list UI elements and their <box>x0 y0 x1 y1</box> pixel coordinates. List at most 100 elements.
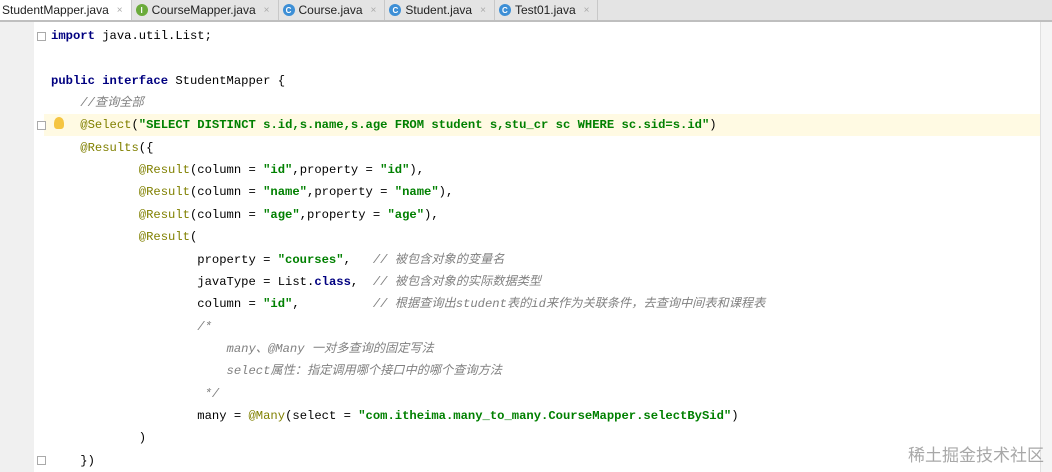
code-token: java.util.List; <box>94 29 212 43</box>
code-line[interactable]: //查询全部 <box>44 92 1040 114</box>
code-token: property = <box>197 252 278 267</box>
code-token: many、@Many 一对多查询的固定写法 <box>226 341 434 356</box>
code-token: "id" <box>380 163 410 178</box>
code-token: @Result <box>138 163 190 178</box>
code-token: import <box>51 29 95 43</box>
code-token: (column = <box>189 163 264 178</box>
code-token: ), <box>409 163 425 178</box>
close-tab-icon[interactable]: × <box>371 5 377 16</box>
vertical-scrollbar[interactable] <box>1040 22 1052 472</box>
code-token: @Result <box>138 230 190 245</box>
code-token: public interface <box>51 73 169 88</box>
tab-label: CourseMapper.java <box>151 3 256 17</box>
code-token: ( <box>189 230 198 245</box>
tab-label: Test01.java <box>514 3 576 17</box>
fold-toggle-icon[interactable] <box>37 32 46 41</box>
code-token: StudentMapper { <box>168 73 286 88</box>
code-token: ({ <box>138 140 154 155</box>
code-line[interactable]: @Result(column = "id",property = "id"), <box>44 159 1040 181</box>
lightbulb-icon[interactable] <box>54 117 64 129</box>
code-line-current[interactable]: @Select("SELECT DISTINCT s.id,s.name,s.a… <box>44 114 1040 137</box>
code-token: ,property = <box>292 163 381 178</box>
code-line[interactable]: */ <box>44 383 1040 405</box>
fold-toggle-icon[interactable] <box>37 121 46 130</box>
watermark: 稀土掘金技术社区 <box>908 446 1044 465</box>
code-token: "id" <box>263 163 293 178</box>
code-token: }) <box>80 453 95 468</box>
editor-tab-bar: StudentMapper.java × I CourseMapper.java × C C… <box>0 0 1052 22</box>
code-token: ), <box>438 185 454 200</box>
code-token: */ <box>204 386 220 401</box>
code-token: ) <box>731 408 739 423</box>
fold-toggle-icon[interactable] <box>37 456 46 465</box>
code-line[interactable]: @Results({ <box>44 137 1040 159</box>
interface-icon: I <box>135 4 148 16</box>
code-line[interactable]: select属性：指定调用哪个接口中的哪个查询方法 <box>44 360 1040 382</box>
close-tab-icon[interactable]: × <box>480 5 486 16</box>
code-line[interactable]: @Result(column = "age",property = "age")… <box>44 204 1040 226</box>
code-token: select属性：指定调用哪个接口中的哪个查询方法 <box>226 364 502 379</box>
tab-test01[interactable]: C Test01.java × <box>495 0 599 20</box>
fold-gutter <box>34 22 44 472</box>
code-token: "age" <box>387 207 425 222</box>
code-line[interactable]: @Result(column = "name",property = "name… <box>44 181 1040 203</box>
code-token: class <box>314 274 351 289</box>
code-line[interactable]: }) <box>44 450 1040 472</box>
code-line[interactable]: @Result( <box>44 226 1040 248</box>
tab-course[interactable]: C Course.java × <box>279 0 386 20</box>
code-token: ) <box>709 118 717 133</box>
code-token: many = <box>197 408 249 423</box>
code-line[interactable]: /* <box>44 316 1040 338</box>
tab-label: Student.java <box>405 3 473 17</box>
code-token: ), <box>424 207 439 222</box>
code-line[interactable]: public interface StudentMapper { <box>44 70 1040 92</box>
code-token: "com.itheima.many_to_many.CourseMapper.s… <box>358 408 732 423</box>
code-token: "courses" <box>277 252 344 267</box>
code-line[interactable]: many、@Many 一对多查询的固定写法 <box>44 338 1040 360</box>
code-token: "age" <box>263 207 300 222</box>
code-line[interactable]: property = "courses", // 被包含对象的变量名 <box>44 249 1040 271</box>
code-token: javaType = List. <box>197 274 315 289</box>
code-line[interactable]: column = "id", // 根据查询出student表的id来作为关联条… <box>44 293 1040 315</box>
tab-label: Course.java <box>298 3 363 17</box>
class-icon: C <box>498 4 511 16</box>
code-token: "name" <box>394 185 439 200</box>
code-token: , <box>292 297 373 312</box>
code-token: @Result <box>138 185 190 200</box>
code-token: @Many <box>248 408 286 423</box>
code-token: ( <box>131 118 139 133</box>
code-token: ,property = <box>307 185 395 200</box>
code-token: (column = <box>189 207 264 222</box>
code-token: ) <box>138 431 147 446</box>
code-line[interactable]: javaType = List.class, // 被包含对象的实际数据类型 <box>44 271 1040 293</box>
code-line[interactable]: many = @Many(select = "com.itheima.many_… <box>44 405 1040 427</box>
code-line[interactable] <box>44 47 1040 69</box>
class-icon: C <box>389 4 402 16</box>
close-tab-icon[interactable]: × <box>264 5 270 16</box>
tab-student[interactable]: C Student.java × <box>385 0 495 20</box>
code-token: (select = <box>285 408 359 423</box>
code-token: @Select <box>80 118 132 133</box>
code-token: // 被包含对象的变量名 <box>372 252 505 267</box>
code-token: // 被包含对象的实际数据类型 <box>372 274 542 289</box>
code-editor[interactable]: import java.util.List; public interface S… <box>44 22 1040 472</box>
code-token: /* <box>197 319 212 334</box>
code-token: // 根据查询出student表的id来作为关联条件，去查询中间表和课程表 <box>372 297 766 312</box>
code-token: @Result <box>138 207 190 222</box>
code-token: ,property = <box>299 207 388 222</box>
tab-studentmapper[interactable]: StudentMapper.java × <box>0 0 132 20</box>
code-token: //查询全部 <box>80 96 144 111</box>
close-tab-icon[interactable]: × <box>117 5 123 16</box>
tab-label: StudentMapper.java <box>2 3 109 17</box>
code-token: "id" <box>263 297 293 312</box>
code-line[interactable]: ) <box>44 427 1040 449</box>
code-token: column = <box>197 297 264 312</box>
code-token: "name" <box>263 185 307 200</box>
code-token: , <box>343 252 373 267</box>
class-icon: C <box>282 4 295 16</box>
close-tab-icon[interactable]: × <box>584 5 590 16</box>
code-token: @Results <box>80 140 139 155</box>
code-line[interactable]: import java.util.List; <box>44 25 1040 47</box>
tab-coursemapper[interactable]: I CourseMapper.java × <box>132 0 279 20</box>
code-token: (column = <box>189 185 264 200</box>
